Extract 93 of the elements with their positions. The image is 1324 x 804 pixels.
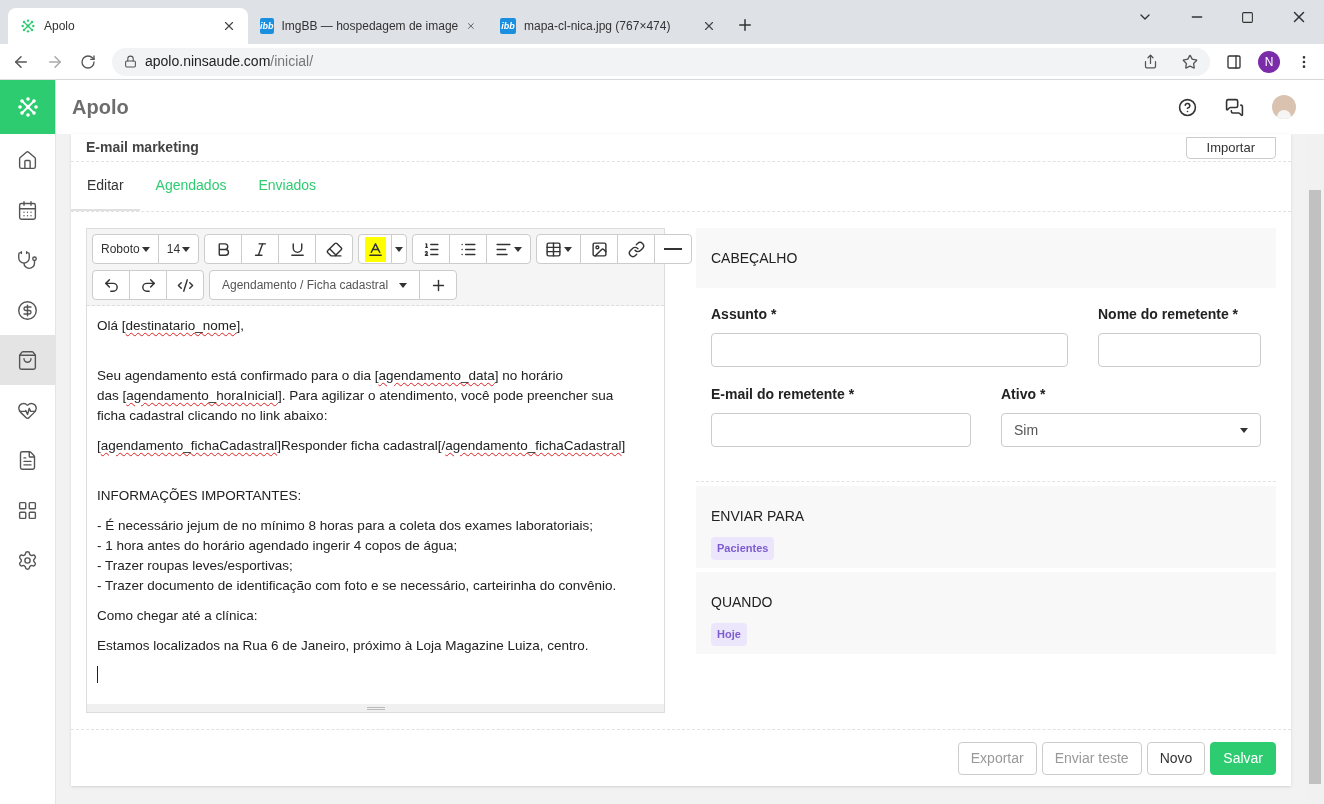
- section-title: ENVIAR PARA: [711, 507, 805, 526]
- help-icon[interactable]: [1178, 97, 1197, 117]
- ordered-list-button[interactable]: [412, 234, 451, 264]
- undo-icon: [102, 276, 120, 294]
- reload-icon[interactable]: [80, 53, 96, 70]
- font-dropdown[interactable]: Roboto: [92, 234, 159, 264]
- lock-icon: [124, 55, 137, 68]
- caret-icon: [514, 246, 523, 252]
- sidebar-item[interactable]: [0, 335, 55, 385]
- action-button[interactable]: Novo: [1146, 741, 1206, 775]
- bookmark-star-icon[interactable]: [1182, 53, 1198, 70]
- home-icon: [17, 149, 38, 171]
- bold-button[interactable]: [204, 234, 243, 264]
- undo-button[interactable]: [92, 270, 130, 300]
- field-label: Ativo *: [1001, 385, 1047, 404]
- field-label: Nome do remetente *: [1098, 305, 1240, 324]
- side-panel-icon[interactable]: [1226, 53, 1242, 70]
- paragraph: [agendamento_fichaCadastral]Responder ficha cadastral[/agendamento_fichaCadastral]: [97, 437, 626, 455]
- profile-avatar[interactable]: N: [1258, 50, 1280, 73]
- tab[interactable]: Editar: [71, 162, 140, 211]
- page-title: E-mail marketing: [86, 138, 199, 157]
- site-icon: ibb: [260, 18, 274, 34]
- underline-icon: [288, 240, 306, 258]
- text-field[interactable]: [711, 413, 971, 447]
- browser-tab[interactable]: ibb ImgBB — hospedagem de image: [248, 8, 488, 44]
- caret-icon: [182, 246, 191, 252]
- font-size-dropdown[interactable]: 14: [157, 234, 200, 264]
- caret-icon: [141, 246, 150, 252]
- caret-icon: [564, 246, 573, 252]
- variable-select[interactable]: Agendamento / Ficha cadastral: [209, 270, 420, 300]
- text-color-button[interactable]: [358, 234, 393, 264]
- caret-icon: [395, 246, 404, 252]
- field-label: E-mail do remetente *: [711, 385, 856, 404]
- text-color-icon: [366, 240, 384, 258]
- eraser-button[interactable]: [315, 234, 354, 264]
- caret-icon: [1240, 427, 1248, 433]
- link-button[interactable]: [617, 234, 656, 264]
- logo-icon: [15, 95, 40, 119]
- horizontal-line-icon: [664, 248, 683, 250]
- app-title: Apolo: [72, 95, 130, 120]
- horizontal-rule-button[interactable]: [654, 234, 693, 264]
- code-view-button[interactable]: [166, 270, 204, 300]
- code-icon: [176, 276, 194, 294]
- image-button[interactable]: [580, 234, 619, 264]
- align-button[interactable]: [486, 234, 532, 264]
- shopping-bag-icon: [17, 349, 38, 371]
- caret-icon: [399, 282, 407, 288]
- select-field[interactable]: Sim: [1001, 413, 1261, 447]
- field-label: Assunto *: [711, 305, 778, 324]
- bullet-list-button[interactable]: [449, 234, 488, 264]
- import-button[interactable]: Importar: [1185, 136, 1276, 159]
- section-title: QUANDO: [711, 593, 773, 612]
- document-icon: [17, 449, 38, 471]
- close-icon[interactable]: [222, 19, 236, 33]
- paragraph: INFORMAÇÕES IMPORTANTES:: [97, 487, 302, 505]
- table-icon: [545, 240, 563, 258]
- tag: Pacientes: [711, 537, 775, 560]
- text-field[interactable]: [711, 333, 1068, 367]
- logo-icon: [20, 18, 36, 34]
- underline-button[interactable]: [278, 234, 317, 264]
- link-icon: [627, 240, 645, 258]
- eraser-icon: [325, 240, 343, 258]
- calendar-icon: [17, 199, 38, 221]
- table-button[interactable]: [536, 234, 582, 264]
- paragraph: Seu agendamento está confirmado para o dia [agendamento_data] no horário das [agendamento_horaInicial]. Para agilizar o atendimento, você pode preencher sua ficha cadastral clicando no link abaixo:: [97, 367, 614, 425]
- ordered-list-icon: [422, 240, 440, 258]
- redo-button[interactable]: [129, 270, 167, 300]
- stethoscope-icon: [17, 249, 38, 271]
- dollar-icon: [17, 299, 38, 321]
- settings-icon: [17, 549, 38, 571]
- maximize-icon[interactable]: [1241, 10, 1254, 24]
- tag: Hoje: [711, 623, 747, 646]
- text-cursor: [97, 666, 98, 683]
- paragraph: Olá [destinatario_nome],: [97, 317, 245, 335]
- image-icon: [590, 240, 608, 258]
- address-bar[interactable]: apolo.ninsaude.com/inicial/: [112, 47, 1210, 76]
- text-field[interactable]: [1098, 333, 1261, 367]
- browser-tab[interactable]: ibb mapa-cl-nica.jpg (767×474): [488, 8, 728, 44]
- new-tab-icon[interactable]: [736, 16, 754, 34]
- share-icon[interactable]: [1143, 54, 1158, 69]
- redo-icon: [139, 276, 157, 294]
- chat-icon[interactable]: [1225, 97, 1244, 117]
- section-title: CABEÇALHO: [711, 248, 798, 268]
- paragraph: - É necessário jejum de no mínimo 8 horas para a coleta dos exames laboratoriais; - 1 hora antes do horário agendado ingerir 4 copos de água; - Trazer roupas leves/esportivas; - Trazer documento de identificação com foto e se necessário, carteirinha do convênio.: [97, 517, 617, 595]
- grid-icon: [17, 499, 38, 521]
- close-icon[interactable]: [702, 19, 716, 33]
- browser-tab[interactable]: Apolo: [8, 8, 248, 44]
- paragraph: Como chegar até a clínica:: [97, 607, 258, 625]
- color-dropdown-button[interactable]: [391, 234, 408, 264]
- site-icon: ibb: [500, 18, 516, 34]
- italic-button[interactable]: [241, 234, 280, 264]
- paragraph: Estamos localizados na Rua 6 de Janeiro, próximo à Loja Magazine Luiza, centro.: [97, 637, 589, 655]
- resize-handle[interactable]: [87, 704, 664, 712]
